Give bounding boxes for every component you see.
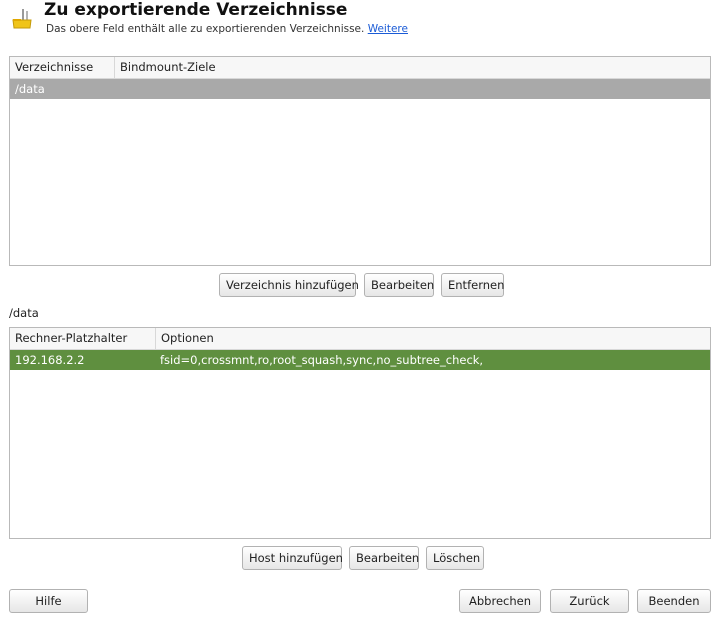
hosts-table-header: Rechner-Platzhalter Optionen bbox=[10, 328, 710, 350]
delete-host-button[interactable]: Löschen bbox=[426, 546, 484, 570]
page-subtitle: Das obere Feld enthält alle zu exportier… bbox=[46, 23, 408, 35]
edit-directory-button[interactable]: Bearbeiten bbox=[364, 273, 434, 297]
table-row[interactable]: /data bbox=[10, 79, 710, 99]
cancel-button[interactable]: Abbrechen bbox=[459, 589, 541, 613]
host-cell: 192.168.2.2 bbox=[15, 353, 85, 367]
table-row[interactable]: 192.168.2.2 fsid=0,crossmnt,ro,root_squa… bbox=[10, 350, 710, 370]
selected-path-label: /data bbox=[9, 306, 39, 320]
column-header-host-wildcard[interactable]: Rechner-Platzhalter bbox=[10, 328, 155, 349]
remove-directory-button[interactable]: Entfernen bbox=[441, 273, 504, 297]
directories-table-header: Verzeichnisse Bindmount-Ziele bbox=[10, 57, 710, 79]
edit-host-button[interactable]: Bearbeiten bbox=[349, 546, 419, 570]
column-header-bindmount[interactable]: Bindmount-Ziele bbox=[114, 57, 514, 78]
finish-button[interactable]: Beenden bbox=[637, 589, 711, 613]
page-title: Zu exportierende Verzeichnisse bbox=[44, 0, 348, 20]
subtitle-text: Das obere Feld enthält alle zu exportier… bbox=[46, 23, 365, 35]
add-host-button[interactable]: Host hinzufügen bbox=[242, 546, 343, 570]
directory-cell: /data bbox=[15, 82, 45, 96]
options-cell: fsid=0,crossmnt,ro,root_squash,sync,no_s… bbox=[160, 353, 484, 367]
back-button[interactable]: Zurück bbox=[550, 589, 629, 613]
help-button[interactable]: Hilfe bbox=[9, 589, 88, 613]
hosts-table[interactable]: Rechner-Platzhalter Optionen 192.168.2.2… bbox=[9, 327, 711, 539]
add-directory-button[interactable]: Verzeichnis hinzufügen bbox=[219, 273, 359, 297]
header: Zu exportierende Verzeichnisse Das obere… bbox=[0, 0, 711, 44]
directories-table[interactable]: Verzeichnisse Bindmount-Ziele /data bbox=[9, 56, 711, 266]
folder-export-icon bbox=[12, 9, 32, 29]
column-header-directories[interactable]: Verzeichnisse bbox=[10, 57, 114, 78]
more-link[interactable]: Weitere bbox=[368, 23, 408, 35]
column-header-options[interactable]: Optionen bbox=[155, 328, 655, 349]
